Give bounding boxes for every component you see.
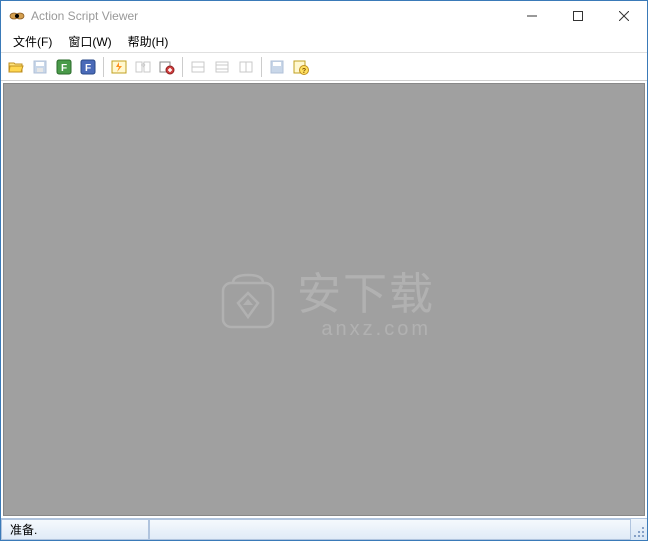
toolbar-separator	[261, 57, 262, 77]
window-controls	[509, 1, 647, 31]
save-disk-icon	[269, 59, 285, 75]
layout-b-button	[211, 56, 233, 78]
app-window: Action Script Viewer 文件(F) 窗口(W) 帮助(H)	[0, 0, 648, 541]
menu-help[interactable]: 帮助(H)	[120, 31, 177, 52]
open-folder-icon	[8, 59, 24, 75]
layout-a-icon	[190, 59, 206, 75]
svg-text:?: ?	[302, 68, 306, 75]
content-area: 安下载 anxz.com	[3, 83, 645, 516]
close-button[interactable]	[601, 1, 647, 31]
status-main	[149, 519, 631, 540]
maximize-button[interactable]	[555, 1, 601, 31]
toolbar: F F	[1, 53, 647, 81]
open-button[interactable]	[5, 56, 27, 78]
menu-window[interactable]: 窗口(W)	[60, 31, 119, 52]
watermark-bag-icon	[213, 265, 283, 335]
export-button[interactable]	[156, 56, 178, 78]
flash-icon	[111, 59, 127, 75]
panel-swap-icon	[135, 59, 151, 75]
layout-c-icon	[238, 59, 254, 75]
titlebar: Action Script Viewer	[1, 1, 647, 31]
status-ready: 准备.	[1, 519, 149, 540]
toolbar-separator	[182, 57, 183, 77]
help-icon: ?	[293, 59, 309, 75]
f-blue-icon: F	[80, 59, 96, 75]
resize-grip[interactable]	[631, 519, 647, 540]
svg-text:F: F	[85, 63, 91, 74]
save-disk-button	[266, 56, 288, 78]
svg-text:F: F	[61, 63, 67, 74]
minimize-button[interactable]	[509, 1, 555, 31]
toolbar-separator	[103, 57, 104, 77]
f-blue-button[interactable]: F	[77, 56, 99, 78]
layout-b-icon	[214, 59, 230, 75]
window-title: Action Script Viewer	[31, 9, 509, 23]
menu-file[interactable]: 文件(F)	[5, 31, 60, 52]
save-icon	[32, 59, 48, 75]
export-red-icon	[159, 59, 175, 75]
f-green-button[interactable]: F	[53, 56, 75, 78]
panel-swap-button	[132, 56, 154, 78]
f-green-icon: F	[56, 59, 72, 75]
save-button	[29, 56, 51, 78]
app-icon	[9, 8, 25, 24]
menubar: 文件(F) 窗口(W) 帮助(H)	[1, 31, 647, 53]
statusbar: 准备.	[1, 518, 647, 540]
layout-c-button	[235, 56, 257, 78]
help-button[interactable]: ?	[290, 56, 312, 78]
watermark-text: 安下载	[297, 258, 435, 322]
watermark: 安下载 anxz.com	[213, 258, 435, 341]
flash-button[interactable]	[108, 56, 130, 78]
layout-a-button	[187, 56, 209, 78]
